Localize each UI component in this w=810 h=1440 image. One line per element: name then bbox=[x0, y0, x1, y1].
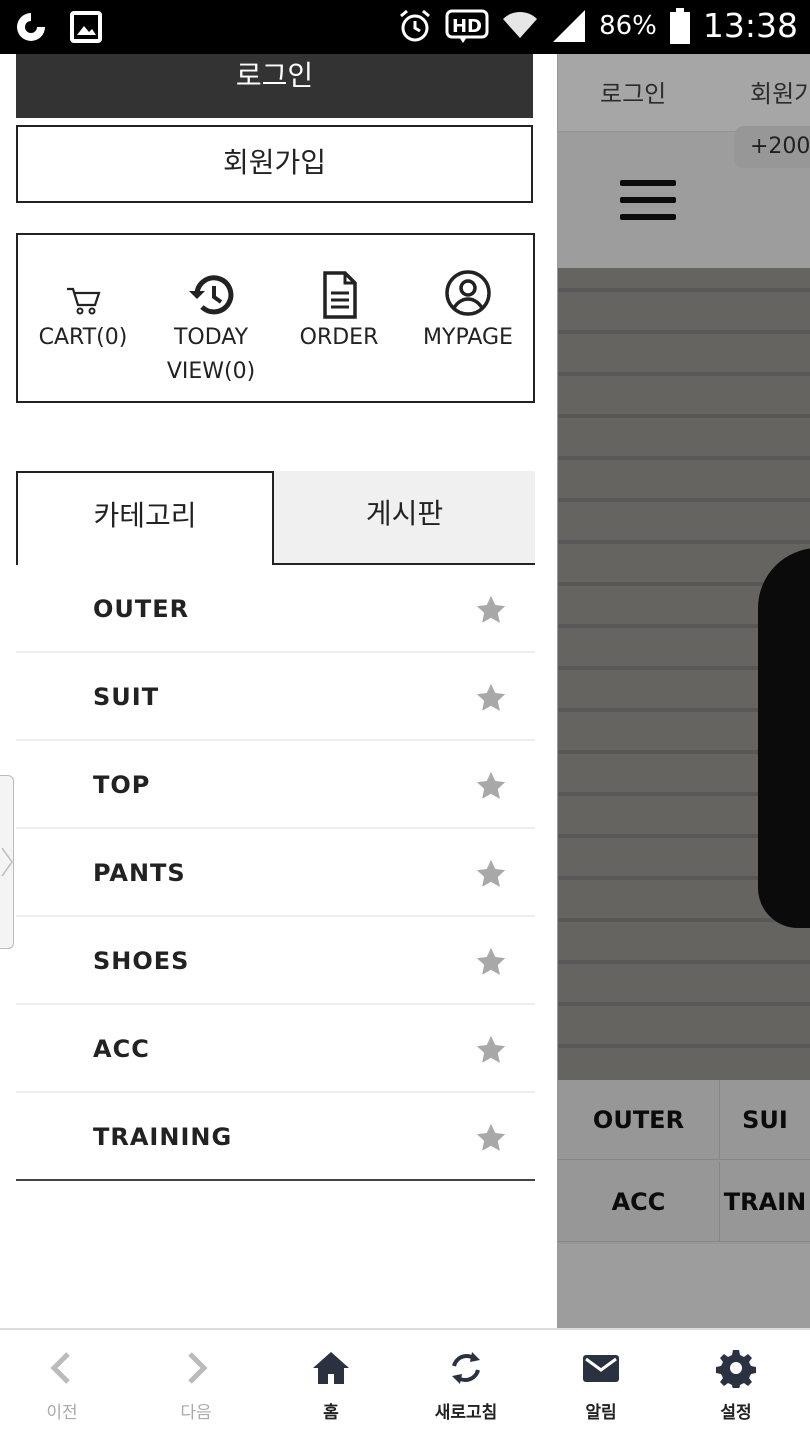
dim-overlay[interactable] bbox=[558, 54, 810, 1328]
user-circle-icon bbox=[403, 269, 533, 321]
back-button[interactable]: 이전 bbox=[7, 1348, 117, 1423]
cart-link[interactable]: CART(0) bbox=[18, 269, 148, 355]
chevron-right-icon bbox=[1, 847, 13, 877]
category-item-pants[interactable]: PANTS bbox=[16, 829, 535, 917]
hd-icon: HD bbox=[445, 9, 489, 43]
category-list: OUTER SUIT TOP PANTS SHOES ACC TRAINING bbox=[16, 565, 535, 1181]
settings-label: 설정 bbox=[720, 1403, 752, 1423]
status-bar: HD 86% 13:38 bbox=[0, 0, 810, 54]
today-view-link[interactable]: TODAY VIEW(0) bbox=[146, 269, 276, 389]
signup-button[interactable]: 회원가입 bbox=[16, 125, 533, 203]
wifi-icon bbox=[503, 11, 538, 38]
gear-icon bbox=[716, 1350, 756, 1388]
category-label: SHOES bbox=[93, 947, 190, 975]
category-item-acc[interactable]: ACC bbox=[16, 1005, 535, 1093]
home-icon bbox=[313, 1352, 349, 1384]
category-label: TOP bbox=[93, 771, 151, 799]
battery-icon bbox=[669, 7, 690, 44]
forward-label: 다음 bbox=[180, 1403, 212, 1423]
refresh-icon bbox=[452, 1352, 480, 1384]
chevron-right-icon bbox=[188, 1352, 208, 1384]
home-button[interactable]: 홈 bbox=[276, 1348, 386, 1423]
category-label: ACC bbox=[93, 1035, 150, 1063]
app-notification-icon bbox=[17, 13, 45, 41]
login-button[interactable]: 로그인 bbox=[16, 54, 533, 118]
chevron-left-icon bbox=[50, 1352, 70, 1384]
clock: 13:38 bbox=[702, 6, 798, 45]
order-label: ORDER bbox=[299, 325, 379, 350]
today-view-label-line2: VIEW(0) bbox=[166, 359, 256, 384]
category-item-shoes[interactable]: SHOES bbox=[16, 917, 535, 1005]
side-drawer: 로그인 회원가입 CART(0) TODAY VIEW(0) ORDER MYP… bbox=[0, 54, 558, 1328]
star-icon[interactable] bbox=[474, 769, 508, 803]
category-item-top[interactable]: TOP bbox=[16, 741, 535, 829]
cart-label: CART(0) bbox=[38, 325, 128, 350]
star-icon[interactable] bbox=[474, 945, 508, 979]
drawer-tabs: 카테고리 게시판 bbox=[16, 471, 535, 565]
signal-icon bbox=[553, 9, 586, 42]
history-icon bbox=[146, 269, 276, 321]
settings-button[interactable]: 설정 bbox=[681, 1348, 791, 1423]
mypage-link[interactable]: MYPAGE bbox=[403, 269, 533, 355]
star-icon[interactable] bbox=[474, 593, 508, 627]
category-label: OUTER bbox=[93, 595, 190, 623]
mail-icon bbox=[583, 1355, 619, 1382]
category-item-outer[interactable]: OUTER bbox=[16, 565, 535, 653]
category-label: SUIT bbox=[93, 683, 160, 711]
svg-text:HD: HD bbox=[452, 16, 482, 37]
order-link[interactable]: ORDER bbox=[274, 269, 404, 355]
background-page: 로그인 회원가 +200 OUTER SUI ACC TRAIN bbox=[558, 54, 810, 1328]
forward-button[interactable]: 다음 bbox=[141, 1348, 251, 1423]
notifications-button[interactable]: 알림 bbox=[546, 1348, 656, 1423]
tab-category[interactable]: 카테고리 bbox=[16, 471, 274, 565]
refresh-label: 새로고침 bbox=[434, 1403, 498, 1423]
tab-board[interactable]: 게시판 bbox=[274, 471, 535, 565]
image-notification-icon bbox=[70, 11, 102, 43]
bottom-nav: 이전 다음 홈 새로고침 알림 설정 bbox=[0, 1328, 810, 1440]
refresh-button[interactable]: 새로고침 bbox=[411, 1348, 521, 1423]
cart-icon bbox=[18, 269, 148, 321]
document-icon bbox=[274, 269, 404, 321]
battery-percent: 86% bbox=[599, 10, 657, 41]
star-icon[interactable] bbox=[474, 1121, 508, 1155]
quick-links: CART(0) TODAY VIEW(0) ORDER MYPAGE bbox=[16, 233, 535, 403]
drawer-handle[interactable] bbox=[0, 775, 14, 949]
back-label: 이전 bbox=[46, 1403, 78, 1423]
home-label: 홈 bbox=[323, 1403, 339, 1423]
category-label: TRAINING bbox=[93, 1123, 233, 1151]
star-icon[interactable] bbox=[474, 857, 508, 891]
mypage-label: MYPAGE bbox=[423, 325, 513, 350]
alarm-icon bbox=[400, 9, 431, 41]
category-item-training[interactable]: TRAINING bbox=[16, 1093, 535, 1181]
category-label: PANTS bbox=[93, 859, 186, 887]
star-icon[interactable] bbox=[474, 1033, 508, 1067]
category-item-suit[interactable]: SUIT bbox=[16, 653, 535, 741]
today-view-label-line1: TODAY bbox=[173, 325, 249, 350]
notifications-label: 알림 bbox=[585, 1403, 617, 1423]
star-icon[interactable] bbox=[474, 681, 508, 715]
